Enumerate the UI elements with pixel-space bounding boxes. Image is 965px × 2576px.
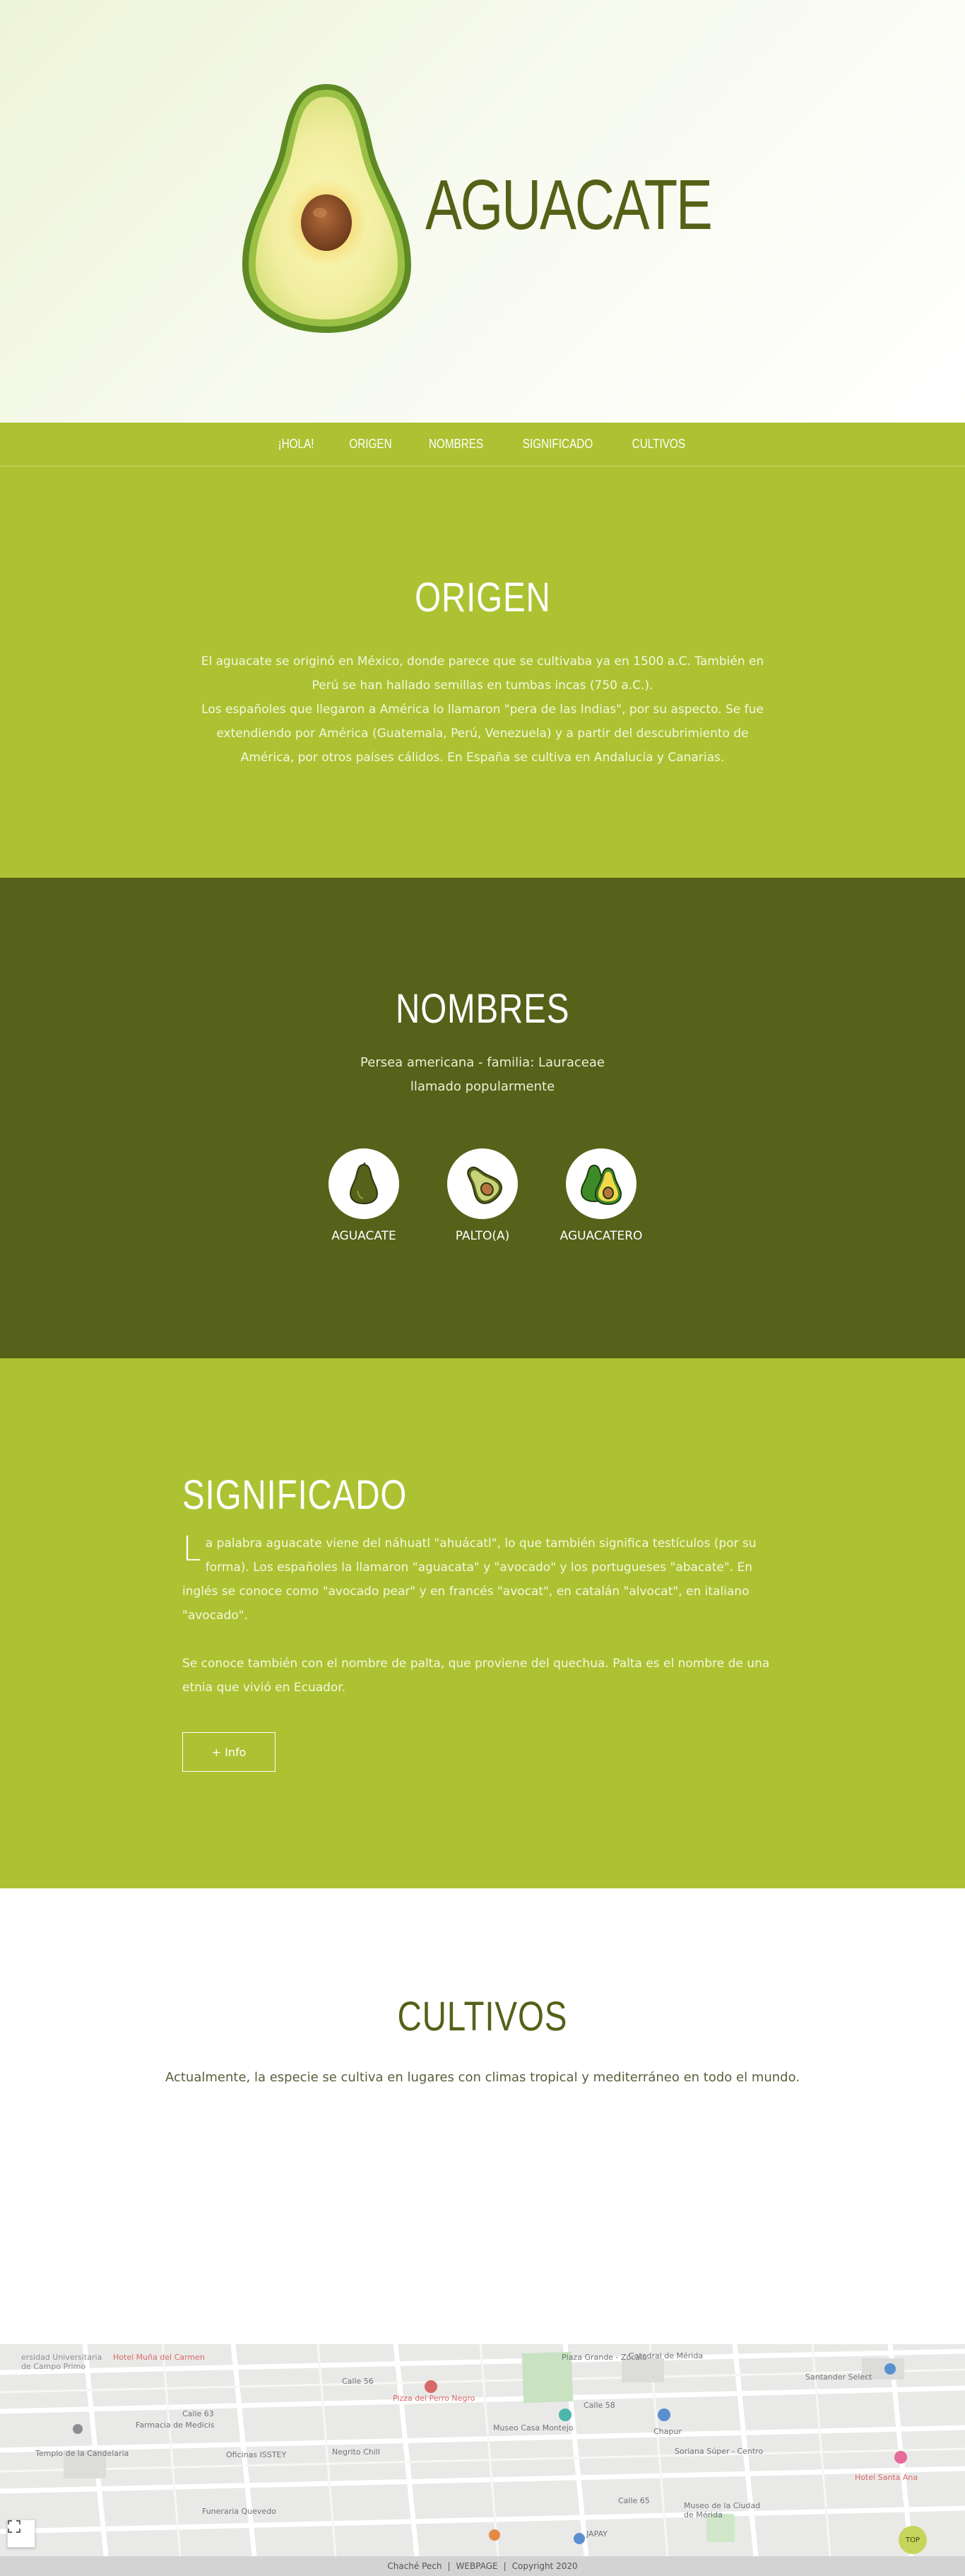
map-embed[interactable]: ersidad Universitaria de Campo Primo Hot… [0, 2344, 965, 2556]
footer-copyright: Copyright 2020 [511, 2561, 578, 2571]
half-avocado-icon [467, 1166, 502, 1204]
name-card-palto: PALTO(A) [444, 1148, 521, 1243]
footer-webpage-link[interactable]: WEBPAGE [456, 2561, 498, 2571]
two-avocados-icon [580, 1164, 622, 1206]
map-label: Soriana Súper - Centro [675, 2447, 764, 2456]
map-label: Pizza del Perro Negro [393, 2394, 475, 2403]
hero-section: AGUACATE [0, 0, 965, 423]
nav-item-nombres[interactable]: NOMBRES [417, 437, 495, 452]
name-label: AGUACATERO [560, 1229, 643, 1243]
map-label: Calle 63 [182, 2409, 214, 2418]
significado-heading: SIGNIFICADO [182, 1472, 408, 1518]
map-label: ersidad Universitaria [21, 2353, 102, 2362]
name-card-aguacatero: AGUACATERO [560, 1148, 642, 1243]
map-label: Negrito Chill [332, 2447, 380, 2457]
map-label: JAPAY [586, 2529, 608, 2539]
map-label: Farmacia de Medicis [136, 2421, 215, 2430]
nav-item-origen[interactable]: ORIGEN [337, 437, 403, 452]
nav-item-cultivos[interactable]: CULTIVOS [620, 437, 697, 452]
nav-item-significado[interactable]: SIGNIFICADO [511, 437, 605, 452]
map-label: Hotel Muña del Carmen [113, 2353, 205, 2362]
footer-author: Chaché Pech [387, 2561, 442, 2571]
whole-avocado-icon [349, 1163, 379, 1205]
origen-line: América, por otros países cálidos. En Es… [240, 751, 725, 765]
cultivos-heading: CULTIVOS [397, 1994, 568, 2040]
nav-item-hola[interactable]: ¡HOLA! [266, 437, 326, 452]
map-label: de Campo Primo [21, 2362, 86, 2371]
map-label: Museo Casa Montejo [493, 2423, 574, 2433]
map-label: Calle 58 [584, 2401, 615, 2410]
origen-line: extendiendo por América (Guatemala, Perú… [216, 727, 749, 741]
cultivos-section: CULTIVOS Actualmente, la especie se cult… [0, 1888, 965, 2344]
significado-text: a palabra aguacate viene del náhuatl "ah… [182, 1536, 757, 1623]
significado-paragraph-2: Se conoce también con el nombre de palta… [182, 1657, 770, 1695]
map-label: Oficinas ISSTEY [226, 2450, 287, 2459]
name-card-aguacate: AGUACATE [325, 1148, 403, 1243]
page-title: AGUACATE [425, 165, 713, 245]
origen-line: Perú se han hallado semillas en tumbas i… [312, 678, 653, 693]
more-info-button[interactable]: + Info [182, 1732, 276, 1772]
fullscreen-icon [8, 2520, 20, 2533]
significado-paragraph: L a palabra aguacate viene del náhuatl "… [182, 1531, 783, 1628]
main-nav: ¡HOLA! ORIGEN NOMBRES SIGNIFICADO CULTIV… [0, 423, 965, 466]
map-label: Museo de la Ciudad de Mérida [684, 2501, 761, 2519]
footer: Chaché Pech | WEBPAGE | Copyright 2020 [0, 2556, 965, 2576]
map-label: Hotel Santa Ana [855, 2473, 918, 2482]
popular-name-caption: llamado popularmente [410, 1079, 555, 1094]
map-label: Funeraria Quevedo [202, 2507, 276, 2516]
significado-section: SIGNIFICADO L a palabra aguacate viene d… [0, 1358, 965, 1888]
footer-separator: | [447, 2561, 451, 2571]
origen-section: ORIGEN El aguacate se originó en México,… [0, 466, 965, 878]
map-fullscreen-button[interactable] [7, 2519, 35, 2548]
dropcap-letter: L [182, 1529, 201, 1569]
cultivos-text: Actualmente, la especie se cultiva en lu… [165, 2070, 800, 2085]
origen-text: El aguacate se originó en México, donde … [189, 649, 776, 770]
name-label: AGUACATE [331, 1229, 396, 1243]
map-label: Catedral de Mérida [629, 2351, 704, 2360]
origen-line: El aguacate se originó en México, donde … [201, 654, 764, 669]
map-label: Santander Select [805, 2372, 872, 2382]
scientific-name: Persea americana - familia: Lauraceae [360, 1055, 605, 1070]
map-label: Calle 65 [618, 2496, 650, 2505]
origen-line: Los españoles que llegaron a América lo … [201, 702, 764, 717]
nombres-subtitle: Persea americana - familia: Lauraceae ll… [0, 1051, 965, 1099]
origen-heading: ORIGEN [414, 575, 551, 621]
nombres-section: NOMBRES Persea americana - familia: Laur… [0, 878, 965, 1358]
nombres-heading: NOMBRES [395, 986, 570, 1032]
map-label: Templo de la Candelaria [35, 2449, 129, 2458]
map-label: Calle 56 [342, 2377, 374, 2386]
footer-separator: | [503, 2561, 507, 2571]
back-to-top-button[interactable]: TOP [899, 2526, 927, 2554]
name-circle [328, 1148, 399, 1219]
name-circle [566, 1148, 637, 1219]
avocado-half-illustration [242, 84, 411, 333]
name-cards: AGUACATE PALTO(A) AGUACATERO [0, 1148, 965, 1243]
name-circle [447, 1148, 518, 1219]
map-label: Chapur [653, 2427, 682, 2436]
name-label: PALTO(A) [455, 1229, 510, 1243]
